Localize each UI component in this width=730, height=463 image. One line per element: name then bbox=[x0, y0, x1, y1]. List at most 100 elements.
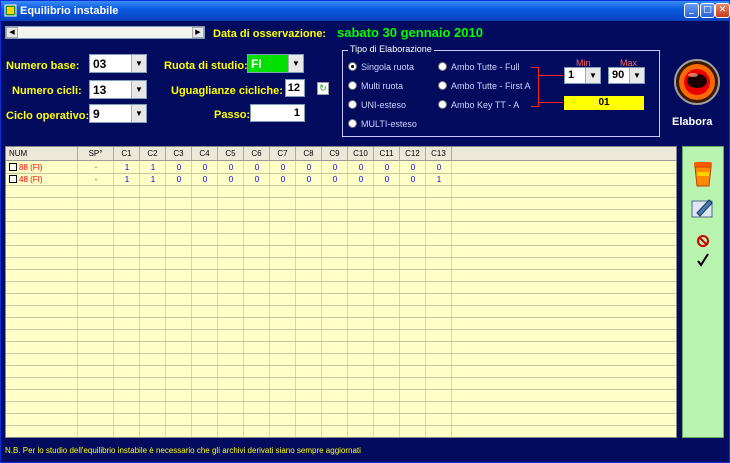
grid-row-line bbox=[6, 353, 676, 354]
column-header[interactable]: C5 bbox=[218, 147, 244, 161]
row-num: 88 (FI) bbox=[19, 163, 43, 172]
row-checkbox[interactable] bbox=[9, 175, 17, 183]
radio-ambo-key[interactable]: Ambo Key TT - A bbox=[438, 100, 519, 110]
cycle-cell: 0 bbox=[228, 163, 234, 172]
row-checkbox[interactable] bbox=[9, 163, 17, 171]
max-select[interactable]: 90 ▼ bbox=[608, 67, 645, 84]
radio-icon[interactable] bbox=[438, 62, 447, 71]
column-header[interactable]: NUM bbox=[6, 147, 78, 161]
grid-column-divider bbox=[425, 161, 426, 437]
radio-icon[interactable] bbox=[348, 81, 357, 90]
column-header[interactable]: C8 bbox=[296, 147, 322, 161]
grid-row-line bbox=[6, 413, 676, 414]
cycle-cell: 0 bbox=[410, 163, 416, 172]
table-row[interactable]: 48 (FI) bbox=[9, 174, 43, 186]
radio-icon[interactable] bbox=[438, 100, 447, 109]
numero-base-select[interactable]: 03 ▼ bbox=[89, 54, 147, 73]
scroll-left-icon[interactable]: ◀ bbox=[6, 27, 18, 38]
cycle-cell: 0 bbox=[358, 175, 364, 184]
numero-cicli-select[interactable]: 13 ▼ bbox=[89, 80, 147, 99]
stop-icon[interactable] bbox=[697, 235, 709, 247]
radio-ambo-first[interactable]: Ambo Tutte - First A bbox=[438, 81, 531, 91]
range-connector bbox=[539, 75, 563, 76]
column-header[interactable]: C2 bbox=[140, 147, 166, 161]
chevron-down-icon[interactable]: ▼ bbox=[131, 55, 146, 72]
cycle-cell: 1 bbox=[150, 163, 156, 172]
radio-ambo-full[interactable]: Ambo Tutte - Full bbox=[438, 62, 520, 72]
date-scrollbar[interactable]: ◀ ▶ bbox=[5, 26, 205, 39]
grid-row-line bbox=[6, 401, 676, 402]
passo-input[interactable]: 1 bbox=[250, 104, 305, 122]
cycle-cell: 0 bbox=[332, 175, 338, 184]
radio-icon[interactable] bbox=[348, 100, 357, 109]
ciclo-operativo-label: Ciclo operativo: bbox=[6, 110, 90, 122]
maximize-button[interactable]: □ bbox=[700, 3, 715, 18]
chevron-down-icon[interactable]: ▼ bbox=[288, 55, 303, 72]
grid-column-divider bbox=[269, 161, 270, 437]
cycle-cell: 0 bbox=[254, 175, 260, 184]
table-row[interactable]: 88 (FI) bbox=[9, 162, 43, 174]
refresh-icon[interactable]: ↻ bbox=[317, 82, 329, 95]
grid-row-line bbox=[6, 389, 676, 390]
elabora-button[interactable] bbox=[673, 57, 721, 107]
cycle-cell: 1 bbox=[436, 175, 442, 184]
grid-row-line bbox=[6, 365, 676, 366]
close-button[interactable]: ✕ bbox=[715, 3, 730, 18]
column-header[interactable]: C13 bbox=[426, 147, 452, 161]
chevron-down-icon[interactable]: ▼ bbox=[629, 68, 644, 83]
grid-row-line bbox=[6, 341, 676, 342]
chevron-down-icon[interactable]: ▼ bbox=[131, 81, 146, 98]
radio-icon[interactable] bbox=[438, 81, 447, 90]
column-header[interactable]: C1 bbox=[114, 147, 140, 161]
scroll-track[interactable] bbox=[18, 27, 192, 38]
cycle-cell: 0 bbox=[202, 163, 208, 172]
radio-uni-esteso[interactable]: UNI-esteso bbox=[348, 100, 406, 110]
column-header[interactable]: C12 bbox=[400, 147, 426, 161]
grid-header: NUM SP° C1 C2 C3 C4 C5 C6 C7 C8 C9 C10 C11 C12 C13 bbox=[6, 147, 676, 161]
grid-row-line bbox=[6, 197, 676, 198]
numero-cicli-label: Numero cicli: bbox=[12, 85, 82, 97]
cycle-cell: 0 bbox=[280, 163, 286, 172]
uguaglianze-label: Uguaglianze cicliche: bbox=[171, 85, 283, 97]
column-header[interactable]: C3 bbox=[166, 147, 192, 161]
uguaglianze-input[interactable]: 12 bbox=[285, 79, 305, 97]
column-header[interactable]: C10 bbox=[348, 147, 374, 161]
sp-cell: - bbox=[94, 175, 98, 184]
chevron-down-icon[interactable]: ▼ bbox=[585, 68, 600, 83]
radio-icon[interactable] bbox=[348, 119, 357, 128]
radio-multi-esteso[interactable]: MULTI-esteso bbox=[348, 119, 417, 129]
grid-row-line bbox=[6, 221, 676, 222]
cycle-cell: 0 bbox=[436, 163, 442, 172]
column-header[interactable]: C11 bbox=[374, 147, 400, 161]
grid-row-line bbox=[6, 257, 676, 258]
column-header[interactable]: C6 bbox=[244, 147, 270, 161]
minimize-button[interactable]: _ bbox=[684, 3, 699, 18]
radio-singola-ruota[interactable]: Singola ruota bbox=[348, 62, 414, 72]
range-bracket bbox=[531, 67, 539, 107]
ruota-select[interactable]: FI ▼ bbox=[247, 54, 304, 73]
grid-row-line bbox=[6, 329, 676, 330]
min-select[interactable]: 1 ▼ bbox=[564, 67, 601, 84]
edit-icon[interactable] bbox=[691, 197, 715, 219]
grid-column-divider bbox=[295, 161, 296, 437]
column-header[interactable]: C9 bbox=[322, 147, 348, 161]
chevron-down-icon[interactable]: ▼ bbox=[131, 105, 146, 122]
ciclo-operativo-select[interactable]: 9 ▼ bbox=[89, 104, 147, 123]
scroll-right-icon[interactable]: ▶ bbox=[192, 27, 204, 38]
grid-column-divider bbox=[139, 161, 140, 437]
cycle-cell: 0 bbox=[384, 163, 390, 172]
results-grid[interactable]: NUM SP° C1 C2 C3 C4 C5 C6 C7 C8 C9 C10 C11 C12 C13 88 … bbox=[5, 146, 677, 438]
tool-panel bbox=[682, 146, 724, 438]
window-title: Equilibrio instabile bbox=[20, 5, 119, 17]
grid-column-divider bbox=[217, 161, 218, 437]
grid-row-line bbox=[6, 293, 676, 294]
column-header[interactable]: SP° bbox=[78, 147, 114, 161]
ruota-label: Ruota di studio: bbox=[164, 60, 248, 72]
radio-selected-icon[interactable] bbox=[348, 62, 357, 71]
trash-icon[interactable] bbox=[692, 159, 714, 187]
column-header[interactable]: C4 bbox=[192, 147, 218, 161]
check-icon[interactable] bbox=[697, 253, 709, 267]
radio-multi-ruota[interactable]: Multi ruota bbox=[348, 81, 403, 91]
column-header[interactable]: C7 bbox=[270, 147, 296, 161]
grid-row-line bbox=[6, 425, 676, 426]
